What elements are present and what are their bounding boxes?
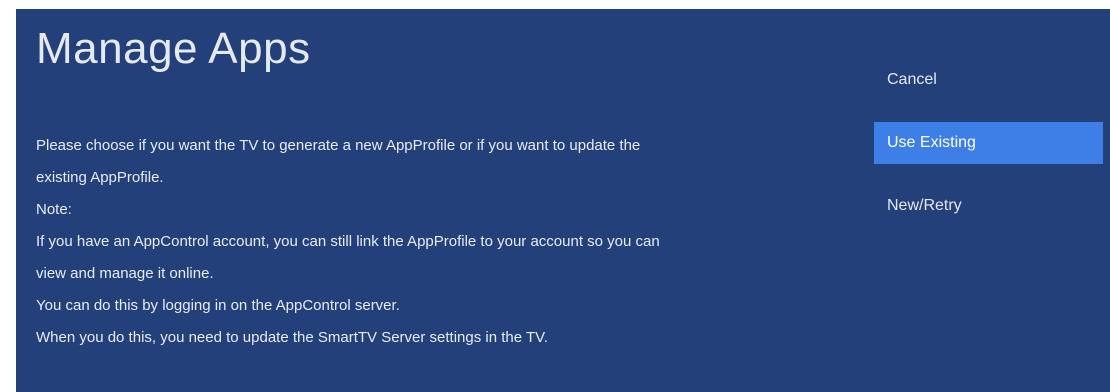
message-line: existing AppProfile.	[36, 169, 164, 186]
message-line: You can do this by logging in on the App…	[36, 297, 400, 314]
message-line: If you have an AppControl account, you c…	[36, 233, 660, 250]
message-line: Please choose if you want the TV to gene…	[36, 137, 641, 154]
page-title: Manage Apps	[36, 24, 311, 73]
manage-apps-dialog: Manage Apps Please choose if you want th…	[16, 9, 1110, 392]
use-existing-button[interactable]: Use Existing	[874, 122, 1103, 164]
options-menu: Cancel Use Existing New/Retry	[874, 59, 1103, 248]
message-line: When you do this, you need to update the…	[36, 329, 548, 346]
message-text: Please choose if you want the TV to gene…	[36, 130, 796, 354]
cancel-button[interactable]: Cancel	[874, 59, 1103, 101]
new-retry-button[interactable]: New/Retry	[874, 185, 1103, 227]
message-line: view and manage it online.	[36, 265, 214, 282]
message-line: Note:	[36, 201, 72, 218]
